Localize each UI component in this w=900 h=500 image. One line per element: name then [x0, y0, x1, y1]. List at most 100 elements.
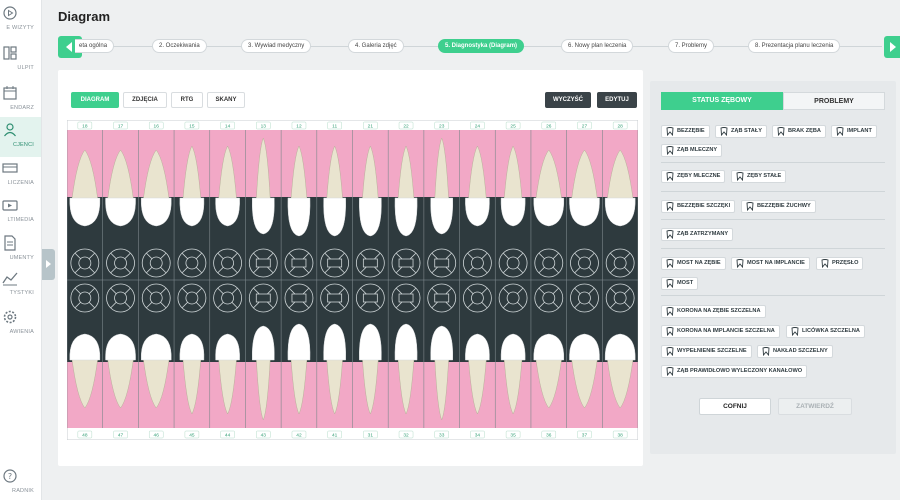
tab-diagram[interactable]: DIAGRAM	[71, 92, 119, 108]
sidebar-item-label: LICZENIA	[7, 180, 34, 186]
status-chip-label: BRAK ZĘBA	[788, 128, 821, 134]
upper-tooth-number: 21	[368, 124, 374, 130]
lower-tooth-number: 47	[118, 433, 124, 439]
wizard-step-8[interactable]: 8. Prezentacja planu leczenia	[748, 39, 841, 53]
status-chip[interactable]: MOST NA IMPLANCIE	[731, 257, 810, 270]
status-chip[interactable]: MOST	[661, 277, 699, 290]
status-chip[interactable]: ZĄB STAŁY	[715, 125, 767, 138]
status-chip[interactable]: MOST NA ZĘBIE	[661, 257, 726, 270]
lower-tooth-number: 43	[261, 433, 267, 439]
tab-problems[interactable]: PROBLEMY	[783, 92, 885, 110]
upper-tooth-number: 26	[546, 124, 552, 130]
status-chip-label: MOST NA IMPLANCIE	[747, 260, 805, 266]
sidebar-item-patients[interactable]: CJENCI	[0, 117, 41, 157]
status-chip[interactable]: ZĄB PRAWIDŁOWO WYLECZONY KANAŁOWO	[661, 365, 808, 378]
status-chip[interactable]: BEZZĘBIE SZCZĘKI	[661, 200, 736, 213]
billing-icon	[2, 163, 18, 173]
status-chip[interactable]: ZĄB MLECZNY	[661, 144, 723, 160]
sidebar-item-label: LTIMEDIA	[7, 217, 34, 223]
tab-xray[interactable]: RTG	[171, 92, 203, 108]
wizard-step-6[interactable]: 6. Nowy plan leczenia	[561, 39, 634, 53]
lower-tooth-number: 45	[189, 433, 195, 439]
sidebar-item-help[interactable]: ? RADNIK	[0, 463, 41, 500]
wizard-step-4[interactable]: 4. Galeria zdjęć	[348, 39, 404, 53]
play-circle-icon	[3, 6, 17, 20]
document-icon	[4, 235, 16, 251]
status-chip-label: KORONA NA IMPLANCIE SZCZELNA	[677, 328, 775, 334]
tooth-icon	[790, 327, 800, 341]
tooth-icon	[745, 202, 755, 216]
tab-dental-status[interactable]: STATUS ZĘBOWY	[661, 92, 783, 110]
tab-scans[interactable]: SKANY	[207, 92, 245, 108]
tooth-icon	[665, 307, 675, 321]
undo-button[interactable]: COFNIJ	[699, 398, 771, 415]
confirm-button[interactable]: ZATWIERDŹ	[778, 398, 852, 415]
sidebar-item-billing[interactable]: LICZENIA	[0, 155, 41, 195]
sidebar-item-desk[interactable]: ULPIT	[0, 40, 41, 80]
wizard-step-2[interactable]: 2. Oczekiwania	[152, 39, 207, 53]
tooth-icon	[665, 146, 675, 160]
status-chip[interactable]: KORONA NA ZĘBIE SZCZELNA	[661, 305, 766, 318]
upper-tooth-number: 24	[475, 124, 481, 130]
sidebar-item-multimedia[interactable]: LTIMEDIA	[0, 192, 41, 232]
upper-tooth-number: 16	[154, 124, 160, 130]
wizard-step-7[interactable]: 7. Problemy	[668, 39, 715, 53]
sidebar-item-label: CJENCI	[12, 142, 34, 148]
status-chip[interactable]: BEZZĘBIE ŻUCHWY	[741, 200, 816, 213]
status-chip[interactable]: WYPEŁNIENIE SZCZELNE	[661, 345, 752, 358]
status-chip-label: IMPLANT	[847, 128, 872, 134]
wizard-next-button[interactable]	[884, 36, 900, 58]
status-chip-label: BEZZĘBIE ŻUCHWY	[757, 203, 811, 209]
status-chip[interactable]: PRZĘSŁO	[816, 257, 864, 270]
sidebar-expand-handle[interactable]	[42, 249, 55, 280]
upper-tooth-number: 23	[439, 124, 445, 130]
status-chip-label: BEZZĘBIE SZCZĘKI	[677, 203, 731, 209]
lower-tooth-number: 37	[582, 433, 588, 439]
group-divider	[661, 295, 885, 296]
upper-tooth-number: 25	[510, 124, 516, 130]
help-icon: ?	[3, 469, 17, 483]
status-chip-label: NAKŁAD SZCZELNY	[773, 348, 828, 354]
dashboard-icon	[3, 46, 17, 60]
wizard-step-3[interactable]: 3. Wywiad medyczny	[241, 39, 312, 53]
status-chip[interactable]: KORONA NA IMPLANCIE SZCZELNA	[661, 325, 780, 338]
status-chip[interactable]: IMPLANT	[831, 125, 877, 138]
patient-icon	[4, 123, 16, 137]
tooth-icon	[665, 230, 675, 244]
tab-photos[interactable]: ZDJĘCIA	[123, 92, 167, 108]
status-chip[interactable]: BRAK ZĘBA	[772, 125, 826, 138]
wizard-step-5[interactable]: 5. Diagnostyka (Diagram)	[438, 39, 525, 53]
upper-tooth-number: 17	[118, 124, 124, 130]
status-chip[interactable]: NAKŁAD SZCZELNY	[757, 345, 833, 358]
sidebar-item-label: ULPIT	[17, 65, 34, 71]
edit-button[interactable]: EDYTUJ	[597, 92, 637, 108]
sidebar-item-settings[interactable]: AWIENIA	[0, 304, 41, 344]
upper-tooth-number: 27	[582, 124, 588, 130]
lower-tooth-number: 38	[617, 433, 623, 439]
settings-icon	[3, 310, 17, 324]
sidebar-item-visits[interactable]: E WIZYTY	[0, 0, 41, 40]
status-chip-label: ZĄB ZATRZYMANY	[677, 231, 729, 237]
status-chip[interactable]: ZĘBY MLECZNE	[661, 170, 726, 186]
lower-tooth-number: 41	[332, 433, 338, 439]
sidebar-item-calendar[interactable]: ENDARZ	[0, 80, 41, 120]
sidebar-item-documents[interactable]: UMENTY	[0, 230, 41, 270]
tooth-icon	[665, 172, 675, 186]
clear-button[interactable]: WYCZYŚĆ	[545, 92, 591, 108]
status-chip[interactable]: BEZZĘBIE	[661, 125, 710, 138]
status-chip[interactable]: ZĘBY STAŁE	[731, 170, 787, 183]
status-chip-label: ZĘBY MLECZNE	[677, 173, 721, 179]
sidebar-item-label: AWIENIA	[9, 329, 34, 335]
page-title: Diagram	[58, 9, 111, 24]
upper-tooth-number: 11	[332, 124, 337, 130]
status-chip[interactable]: LICÓWKA SZCZELNA	[786, 325, 865, 338]
lower-tooth-number: 35	[510, 433, 516, 439]
group-divider	[661, 219, 885, 220]
status-chip[interactable]: ZĄB ZATRZYMANY	[661, 228, 734, 244]
tooth-icon	[735, 259, 745, 273]
status-chip-label: ZĄB STAŁY	[731, 128, 762, 134]
status-chip-label: KORONA NA ZĘBIE SZCZELNA	[677, 308, 761, 314]
wizard-step-1[interactable]: eta ogólna	[75, 39, 115, 53]
status-chip-label: ZĄB PRAWIDŁOWO WYLECZONY KANAŁOWO	[677, 368, 803, 374]
sidebar-item-statistics[interactable]: TYSTYKI	[0, 265, 41, 305]
